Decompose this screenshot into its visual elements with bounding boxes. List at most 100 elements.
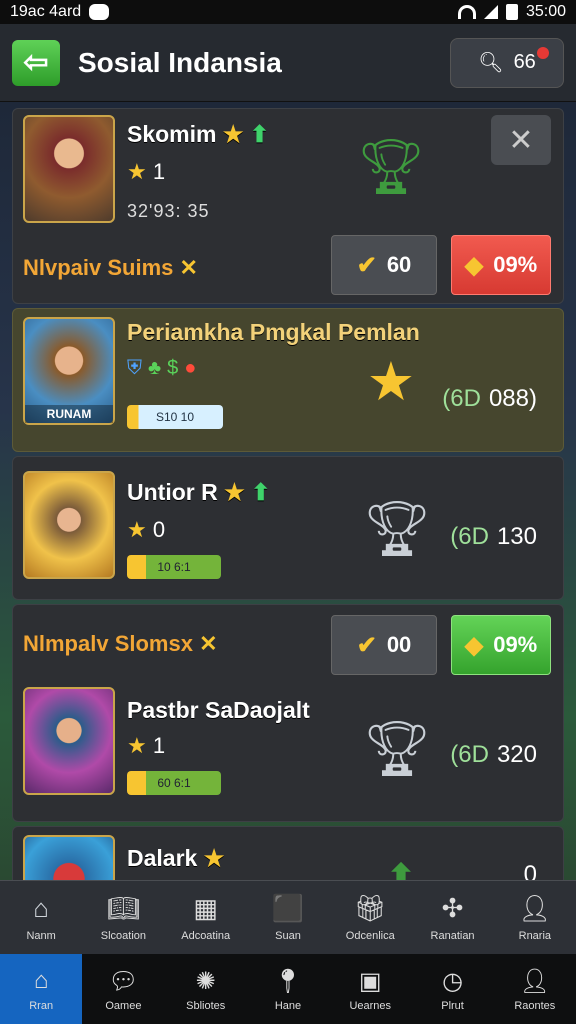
sys-item-clock[interactable]: ◷ Plrut bbox=[411, 954, 493, 1024]
system-nav: ⌂ Rran 💬︎ Oamee ✺ Sbliotes 📍︎ Hane ▣ Uea… bbox=[0, 954, 576, 1024]
player-name: Untior R ★ ⬆ bbox=[127, 479, 271, 505]
arrow-up-icon: ⬆ bbox=[249, 121, 270, 147]
diamond-icon: ◆ bbox=[464, 631, 484, 659]
tip-text: Nlvpaiv Suims ✕ bbox=[23, 255, 198, 280]
home-icon: ⌂ bbox=[33, 967, 49, 994]
close-icon: ✕ bbox=[508, 123, 534, 157]
gold-star-trophy-icon: ★ bbox=[366, 351, 416, 412]
notification-dot bbox=[537, 46, 549, 59]
silver-trophy-icon: 🏆︎ bbox=[362, 718, 432, 779]
box-icon: ⬛ bbox=[271, 893, 305, 923]
status-time: 35:00 bbox=[525, 3, 566, 20]
wheel-icon: ✺ bbox=[195, 967, 216, 995]
score: (6D 130 bbox=[450, 523, 537, 550]
search-count: 66 bbox=[513, 51, 536, 73]
star-icon: ★ bbox=[127, 733, 147, 758]
nav-item-gift[interactable]: 🎁︎ Odcenlica bbox=[329, 881, 411, 954]
list-item[interactable]: RUNAM Periamkha Pmgkal Pemlan ⛨ ♣ $ ● S1… bbox=[12, 308, 564, 452]
score: (6D 320 bbox=[450, 741, 537, 768]
check-icon: ✔ bbox=[356, 251, 377, 279]
status-left-text: 19ac 4ard bbox=[10, 3, 82, 20]
pin-icon: 📍︎ bbox=[272, 967, 304, 995]
window-icon: ▣ bbox=[358, 967, 382, 995]
person-icon: 👤︎ bbox=[519, 967, 551, 995]
list-item[interactable]: Dalark ★ ⬆ 0 bbox=[12, 826, 564, 886]
avatar bbox=[23, 835, 115, 885]
back-button[interactable]: ⇦ bbox=[12, 39, 60, 86]
star-icon: ★ bbox=[127, 517, 147, 542]
page-title: Sosial Indansia bbox=[78, 46, 282, 78]
player-level: ★ 1 bbox=[127, 733, 166, 758]
status-bar: 19ac 4ard 35:00 bbox=[0, 0, 576, 24]
player-name: Dalark ★ bbox=[127, 845, 225, 871]
chat-icon: 💬︎ bbox=[108, 967, 139, 995]
player-meta: 32'93: 35 bbox=[127, 201, 210, 221]
sys-item-profile[interactable]: 👤︎ Raontes bbox=[494, 954, 576, 1024]
progress-bar: 60 6:1 bbox=[127, 771, 221, 795]
nav-item-home[interactable]: ⌂ Nanm bbox=[0, 881, 82, 954]
wifi-icon bbox=[457, 5, 476, 19]
avatar bbox=[23, 471, 115, 579]
green-trophy-icon: 🏆︎ bbox=[356, 136, 426, 197]
calendar-icon: ▦ bbox=[193, 893, 218, 923]
progress-bar: S10 10 bbox=[127, 405, 223, 429]
avatar bbox=[23, 115, 115, 223]
player-name: Skomim ★ ⬆ bbox=[127, 121, 270, 147]
signal-icon bbox=[483, 5, 498, 19]
app-header: ⇦ Sosial Indansia 🔍︎ 66 bbox=[0, 24, 576, 102]
book-icon: 📖︎ bbox=[106, 893, 140, 923]
close-button[interactable]: ✕ bbox=[491, 115, 551, 165]
clock-icon: ◷ bbox=[442, 967, 464, 995]
home-icon: ⌂ bbox=[33, 893, 49, 923]
tree-icon: ♣ bbox=[148, 357, 162, 379]
accept-button[interactable]: ✔ 00 bbox=[331, 615, 437, 675]
nav-item-box[interactable]: ⬛ Suan bbox=[247, 881, 329, 954]
player-name: Pastbr SaDaojalt bbox=[127, 697, 310, 723]
badge-row: ⛨ ♣ $ ● bbox=[127, 357, 196, 380]
player-level: ★ 1 bbox=[127, 159, 166, 184]
person-icon: 👤︎ bbox=[518, 893, 552, 923]
star-icon: ★ bbox=[222, 121, 244, 147]
nav-item-calendar[interactable]: ▦ Adcoatina bbox=[165, 881, 247, 954]
list-item[interactable]: Skomim ★ ⬆ ★ 1 32'93: 35 🏆︎ ✕ Nlvpaiv Su… bbox=[12, 108, 564, 304]
bottom-nav: ⌂ Nanm 📖︎ Slcoation ▦ Adcoatina ⬛ Suan 🎁… bbox=[0, 880, 576, 954]
tip-text: Nlmpalv Slomsx ✕ bbox=[23, 631, 218, 656]
list-item[interactable]: Nlmpalv Slomsx ✕ ✔ 00 ◆ 09% Pastbr SaDao… bbox=[12, 604, 564, 822]
dollar-icon: $ bbox=[167, 357, 179, 379]
silver-trophy-icon: 🏆︎ bbox=[362, 498, 432, 559]
sys-item-pin[interactable]: 📍︎ Hane bbox=[247, 954, 329, 1024]
star-icon: ★ bbox=[127, 159, 147, 184]
avatar-label: RUNAM bbox=[25, 405, 113, 423]
progress-bar: 10 6:1 bbox=[127, 555, 221, 579]
nav-item-profile[interactable]: 👤︎ Rnaria bbox=[494, 881, 576, 954]
sys-item-home[interactable]: ⌂ Rran bbox=[0, 954, 83, 1024]
nav-item-network[interactable]: ✣ Ranatian bbox=[411, 881, 493, 954]
accept-button[interactable]: ✔ 60 bbox=[331, 235, 437, 295]
avatar: RUNAM bbox=[23, 317, 115, 425]
search-icon: 🔍︎ bbox=[478, 52, 504, 74]
search-button[interactable]: 🔍︎ 66 bbox=[450, 37, 564, 88]
boost-button[interactable]: ◆ 09% bbox=[451, 615, 551, 675]
boost-button[interactable]: ◆ 09% bbox=[451, 235, 551, 295]
back-arrow-icon: ⇦ bbox=[23, 46, 49, 79]
player-name: Periamkha Pmgkal Pemlan bbox=[127, 319, 420, 345]
sys-item-chat[interactable]: 💬︎ Oamee bbox=[82, 954, 164, 1024]
fire-icon: ● bbox=[184, 357, 197, 379]
gift-icon: 🎁︎ bbox=[353, 893, 387, 923]
star-icon: ★ bbox=[203, 845, 225, 871]
star-icon: ★ bbox=[224, 479, 245, 505]
player-level: ★ 0 bbox=[127, 517, 166, 542]
network-icon: ✣ bbox=[441, 893, 464, 923]
battery-icon bbox=[505, 4, 518, 20]
shield-icon: ⛨ bbox=[127, 357, 142, 379]
score: (6D 088) bbox=[442, 385, 537, 412]
check-icon: ✔ bbox=[356, 631, 377, 659]
sys-item-wheel[interactable]: ✺ Sbliotes bbox=[165, 954, 247, 1024]
avatar bbox=[23, 687, 115, 795]
cat-icon bbox=[89, 4, 110, 20]
sys-item-window[interactable]: ▣ Uearnes bbox=[329, 954, 411, 1024]
list-item[interactable]: Untior R ★ ⬆ ★ 0 10 6:1 🏆︎ (6D 130 bbox=[12, 456, 564, 600]
arrow-up-icon: ⬆ bbox=[251, 479, 271, 505]
nav-item-book[interactable]: 📖︎ Slcoation bbox=[82, 881, 164, 954]
diamond-icon: ◆ bbox=[464, 251, 484, 279]
